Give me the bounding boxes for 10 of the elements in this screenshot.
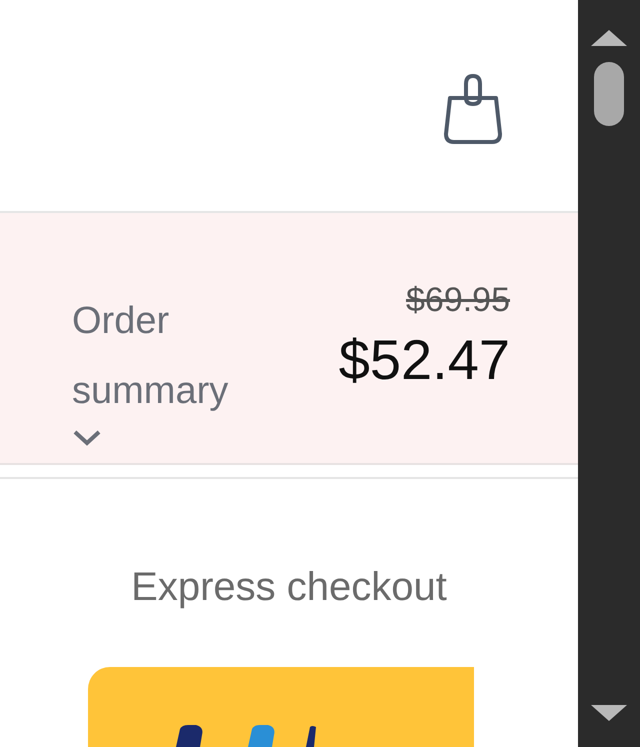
express-checkout-heading: Express checkout [130,564,448,611]
scroll-thumb[interactable] [594,62,624,126]
scrollbar[interactable] [578,0,640,747]
paypal-button[interactable] [88,667,474,747]
total-price: $52.47 [338,326,510,393]
scroll-down-icon[interactable] [589,703,629,723]
original-price: $69.95 [406,280,510,321]
shopping-bag-icon[interactable] [442,72,504,146]
order-summary-toggle[interactable]: Order summary [72,270,272,464]
scroll-up-icon[interactable] [589,28,629,48]
